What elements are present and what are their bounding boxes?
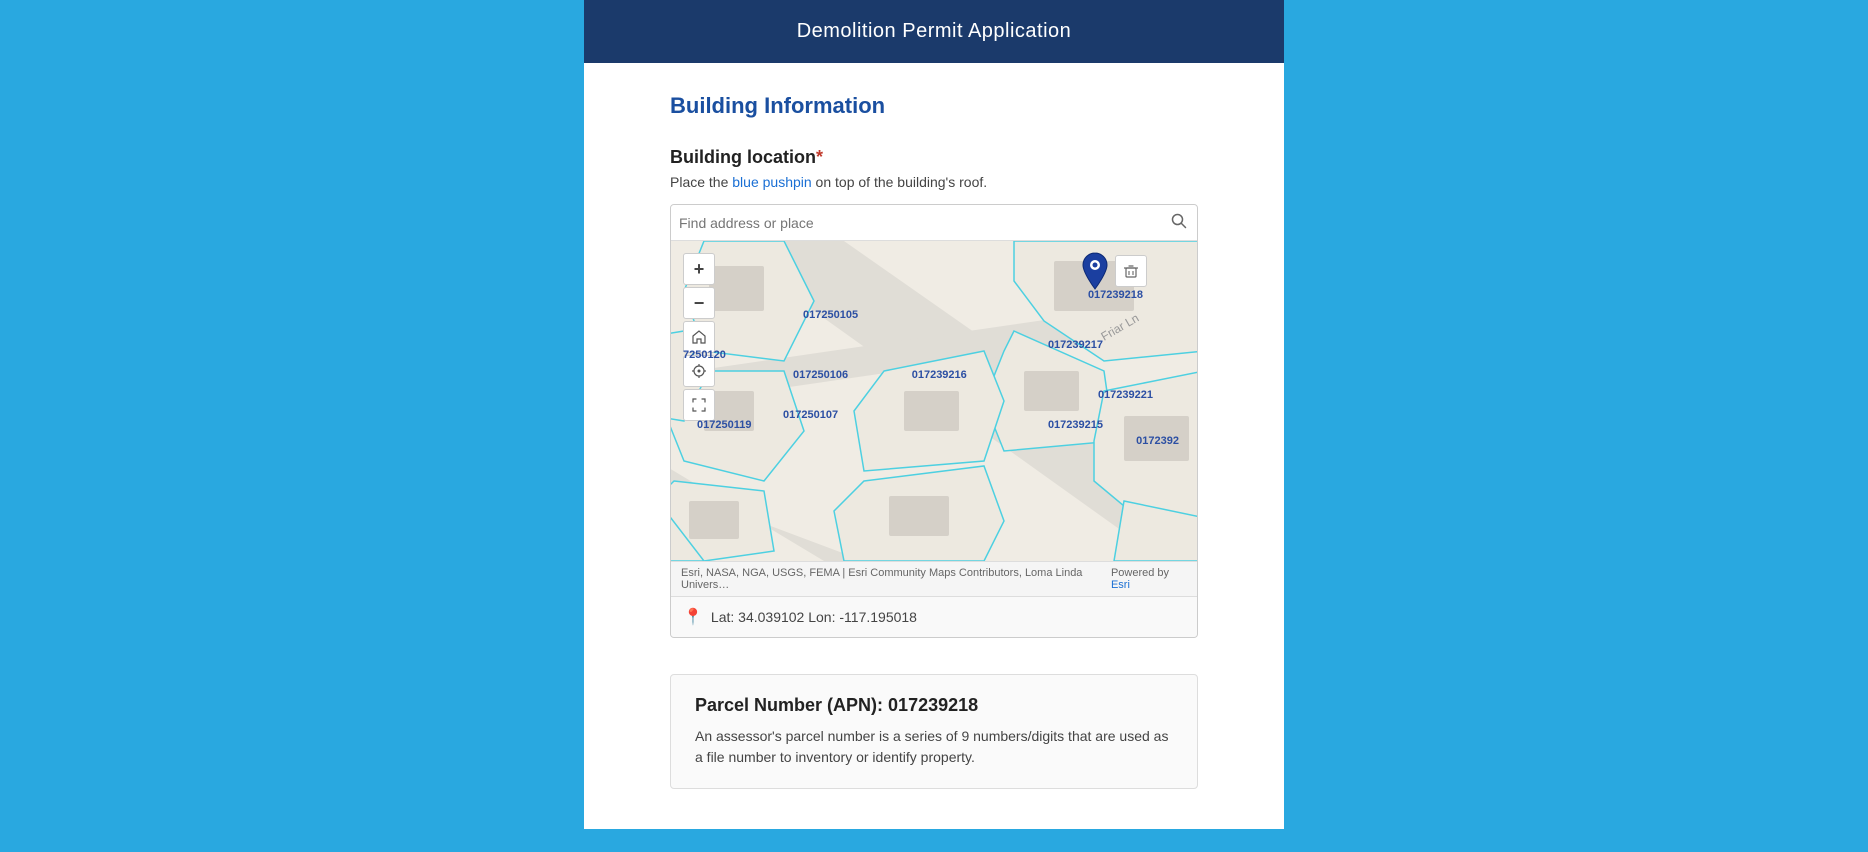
map-pin-area bbox=[1079, 251, 1147, 291]
coordinates-text: Lat: 34.039102 Lon: -117.195018 bbox=[711, 609, 917, 625]
map-attribution: Esri, NASA, NGA, USGS, FEMA | Esri Commu… bbox=[671, 561, 1197, 596]
parcel-description: An assessor's parcel number is a series … bbox=[695, 726, 1173, 768]
desc-prefix: Place the bbox=[670, 174, 732, 190]
location-icon: 📍 bbox=[683, 607, 703, 627]
desc-highlight: blue pushpin bbox=[732, 174, 811, 190]
fullscreen-button[interactable] bbox=[683, 389, 715, 421]
desc-suffix: on top of the building's roof. bbox=[812, 174, 987, 190]
building-location-field: Building location* Place the blue pushpi… bbox=[670, 147, 1198, 638]
section-title: Building Information bbox=[670, 93, 1198, 119]
app-container: Demolition Permit Application Building I… bbox=[584, 0, 1284, 829]
map-search-button[interactable] bbox=[1169, 211, 1189, 234]
field-label: Building location* bbox=[670, 147, 1198, 168]
main-content: Building Information Building location* … bbox=[584, 63, 1284, 829]
map-controls: + − bbox=[683, 253, 715, 421]
parcel-section: Parcel Number (APN): 017239218 An assess… bbox=[670, 674, 1198, 789]
map-area[interactable]: Friar Ln + − bbox=[671, 241, 1197, 561]
trash-icon bbox=[1123, 263, 1139, 279]
zoom-in-button[interactable]: + bbox=[683, 253, 715, 285]
map-search-row bbox=[671, 205, 1197, 241]
map-wrapper: Friar Ln + − bbox=[670, 204, 1198, 638]
home-icon bbox=[691, 329, 707, 345]
coordinates-row: 📍 Lat: 34.039102 Lon: -117.195018 bbox=[671, 596, 1197, 637]
zoom-out-button[interactable]: − bbox=[683, 287, 715, 319]
locate-icon bbox=[691, 363, 707, 379]
parcel-title: Parcel Number (APN): 017239218 bbox=[695, 695, 1173, 716]
delete-pin-button[interactable] bbox=[1115, 255, 1147, 287]
locate-button[interactable] bbox=[683, 355, 715, 387]
map-search-input[interactable] bbox=[679, 215, 1163, 231]
fullscreen-icon bbox=[692, 398, 706, 412]
attribution-text: Esri, NASA, NGA, USGS, FEMA | Esri Commu… bbox=[681, 567, 1111, 591]
search-icon bbox=[1171, 213, 1187, 229]
field-description: Place the blue pushpin on top of the bui… bbox=[670, 174, 1198, 190]
required-marker: * bbox=[816, 147, 823, 167]
esri-link[interactable]: Esri bbox=[1111, 579, 1130, 591]
map-pin-icon bbox=[1079, 251, 1111, 291]
app-title: Demolition Permit Application bbox=[797, 20, 1072, 42]
powered-by-text: Powered by Esri bbox=[1111, 567, 1187, 591]
app-header: Demolition Permit Application bbox=[584, 0, 1284, 63]
home-button[interactable] bbox=[683, 321, 715, 353]
field-label-text: Building location bbox=[670, 147, 816, 167]
